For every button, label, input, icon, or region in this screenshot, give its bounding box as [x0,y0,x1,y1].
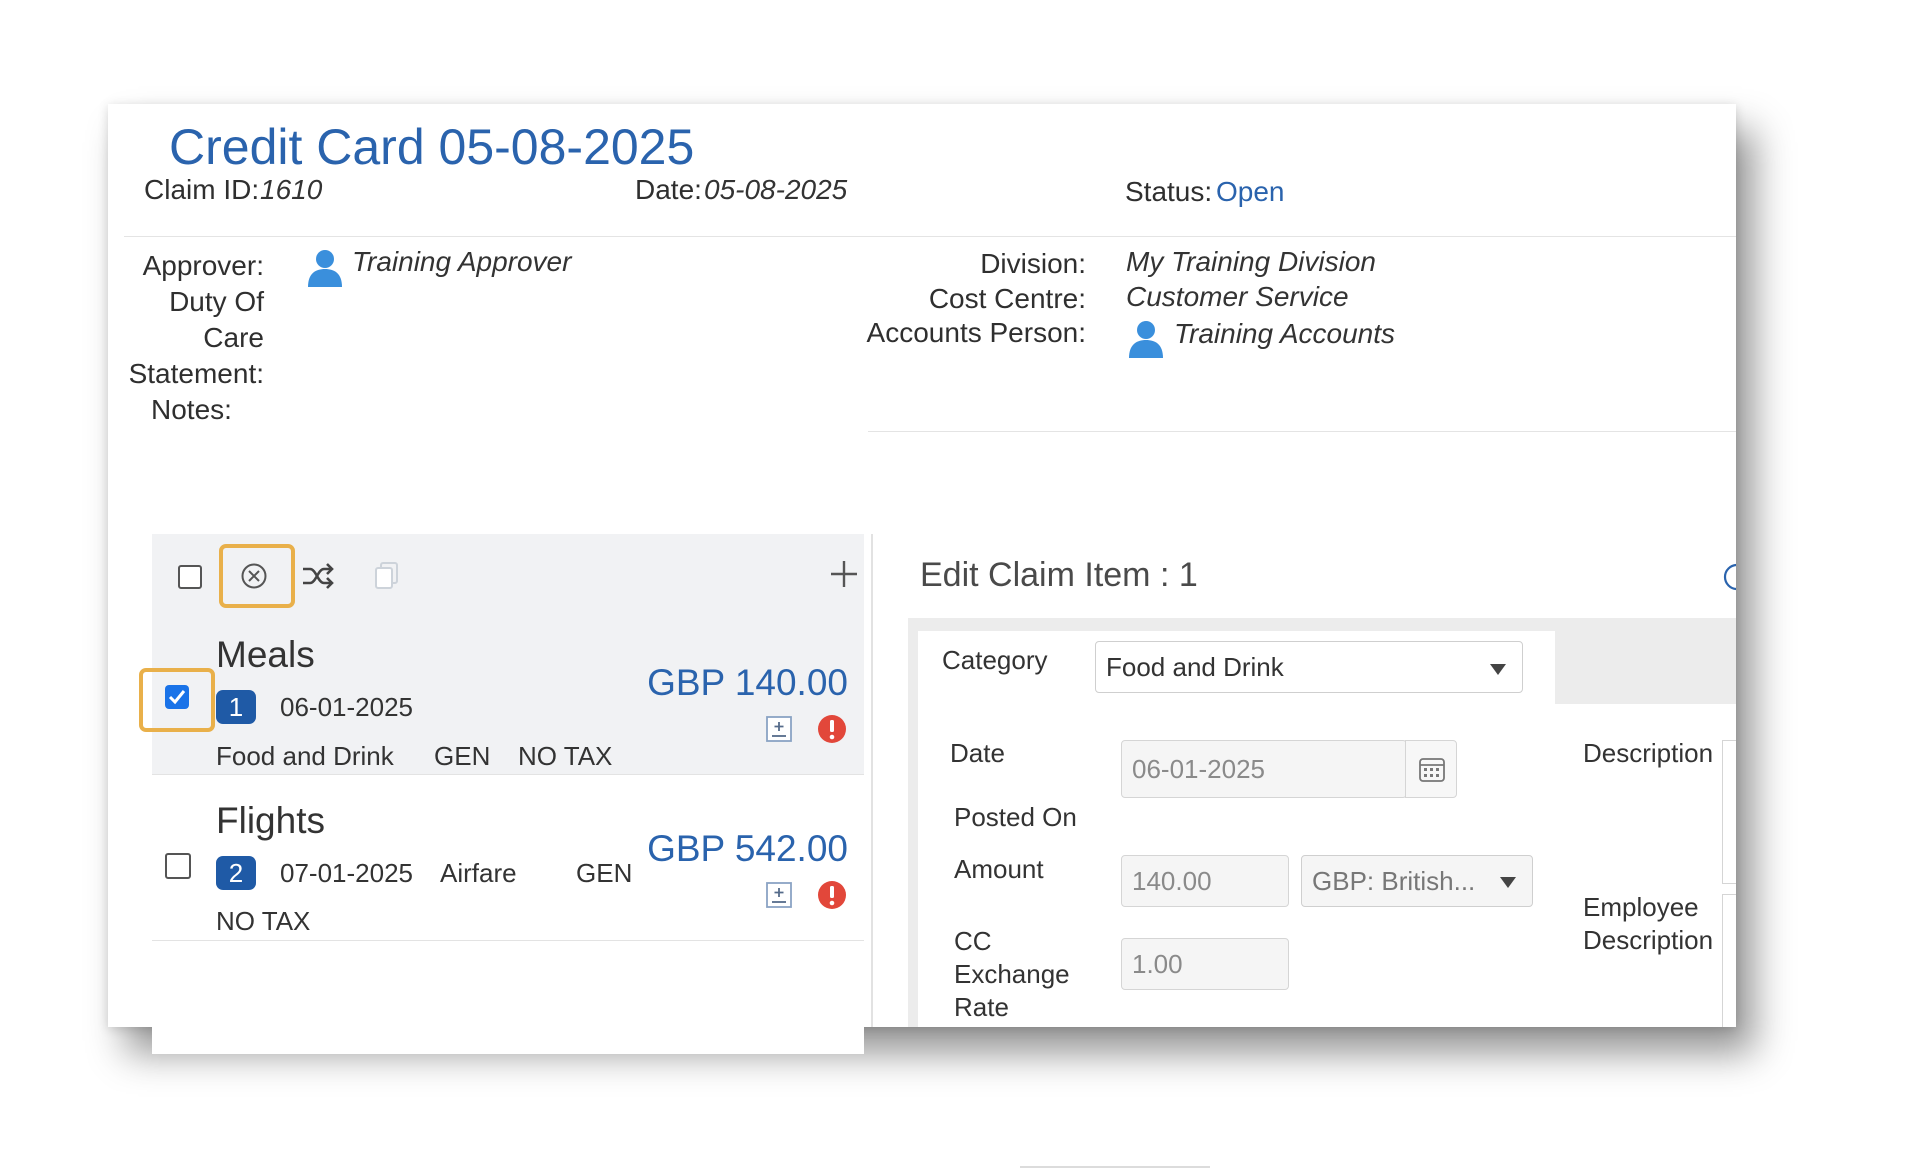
item-2-date: 07-01-2025 [280,858,413,888]
items-toolbar [152,534,864,618]
item-1-tax-code: GEN [434,741,491,771]
item-1-date: 06-01-2025 [280,692,413,722]
duty-label-line3: Statement: [128,358,264,389]
item-2-amount: GBP 542.00 [647,828,848,869]
claim-items-pane: Meals 1 06-01-2025 Food and Drink GEN NO… [139,534,864,1054]
left-labels: Approver: Duty Of Care Statement: [128,250,264,470]
details-divider [868,431,1736,432]
item-2-add-note-icon[interactable] [764,880,794,915]
item-divider-2 [152,940,864,941]
date-value: 05-08-2025 [704,174,848,205]
page-title: Credit Card 05-08-2025 [169,119,695,175]
item-2-number-badge: 2 [216,856,256,890]
item-1-add-note-icon[interactable] [764,714,794,749]
cost-centre-value: Customer Service [1126,281,1349,312]
date-label: Date: [635,174,702,205]
claim-id-value: 1610 [260,174,323,205]
select-all-checkbox[interactable] [178,565,202,589]
approver-label: Approver: [142,250,264,281]
division-label: Division: [980,248,1086,279]
item-divider-1 [152,774,864,775]
division-value: My Training Division [1126,246,1376,277]
duty-label-line2: Care [203,322,264,353]
item-2-category: Airfare [440,858,517,888]
item-2-name: Flights [216,800,325,841]
copy-icon[interactable] [373,561,401,596]
approver-user-icon [304,246,346,293]
status-label: Status: [1125,176,1213,207]
item-1-name: Meals [216,634,315,675]
item-2-error-icon[interactable] [816,879,848,916]
right-labels: Division: Cost Centre: Accounts Person: [808,248,1086,368]
duty-label-line1: Duty Of [169,286,264,317]
accounts-user-icon [1125,317,1167,364]
item-1-amount: GBP 140.00 [647,662,848,703]
accounts-person-label: Accounts Person: [866,317,1086,348]
item-2-tax: NO TAX [216,906,311,936]
status-value[interactable]: Open [1216,176,1285,208]
item-1-number-badge: 1 [216,690,256,724]
item-1-tax: NO TAX [518,741,613,771]
item-1-error-icon[interactable] [816,713,848,750]
plus-icon[interactable] [828,558,860,595]
accounts-value[interactable]: Training Accounts [1174,318,1395,350]
shuffle-icon[interactable] [301,561,335,596]
notes-label: Notes: [151,394,232,425]
cost-centre-label: Cost Centre: [928,283,1086,314]
item-1-checkbox[interactable] [164,684,190,715]
item-2-tax-code: GEN [576,858,633,888]
claim-id-label: Claim ID: [144,174,260,205]
header-divider [124,236,1736,237]
remove-circle-icon[interactable] [239,561,269,596]
item-2-checkbox[interactable] [165,853,191,879]
item-1-category: Food and Drink [216,741,394,771]
approver-value[interactable]: Training Approver [352,246,571,278]
